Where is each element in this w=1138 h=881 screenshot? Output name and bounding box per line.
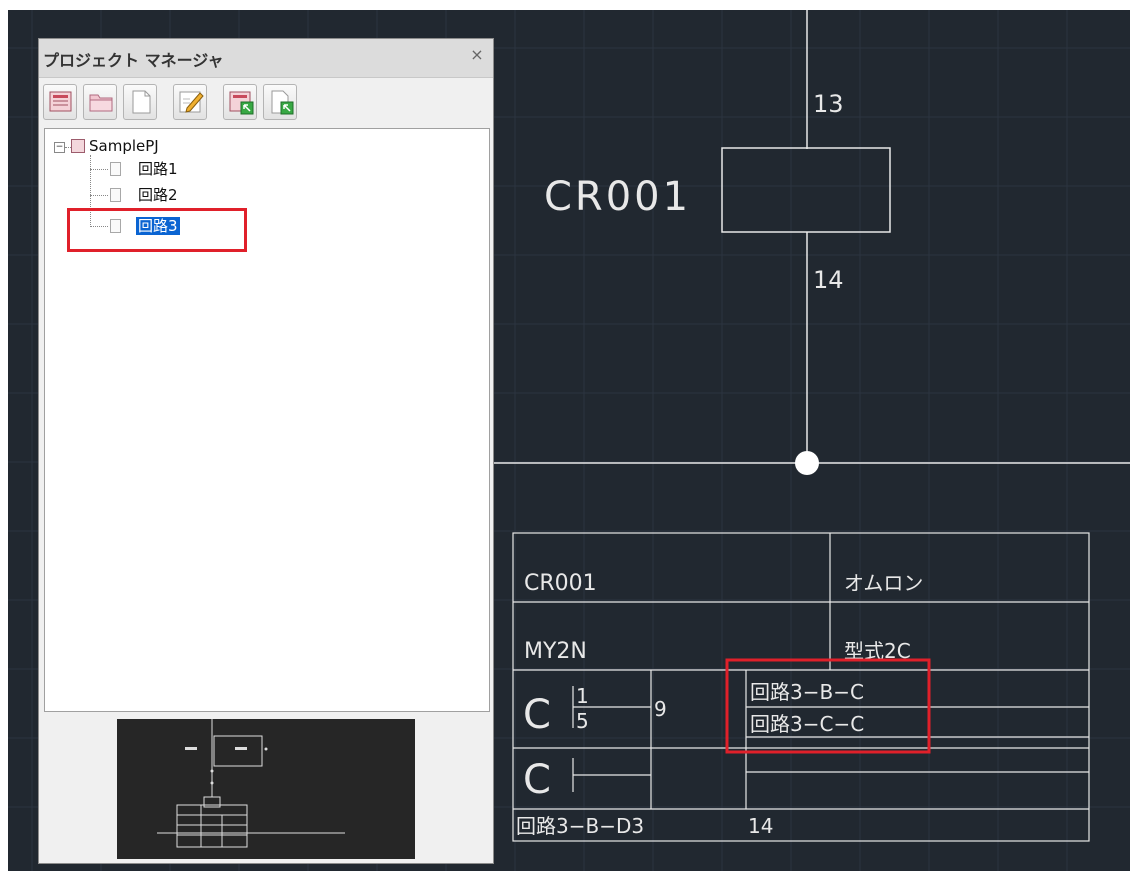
- page-icon: [110, 188, 121, 202]
- tree-connector: [90, 195, 108, 196]
- new-page-icon: [132, 90, 151, 114]
- page-icon: [110, 162, 121, 176]
- component-tag: CR001: [544, 174, 691, 220]
- new-page-button[interactable]: [123, 84, 157, 120]
- tree-item-project[interactable]: SamplePJ: [89, 136, 159, 156]
- edit-pencil-icon: [179, 91, 204, 113]
- tree-connector: [90, 169, 108, 170]
- cross-ref-1[interactable]: 回路3−B−C: [750, 680, 864, 704]
- panel-title: プロジェクト マネージャ: [43, 51, 224, 70]
- highlight-box-tree: [67, 208, 247, 252]
- project-icon: [71, 139, 85, 153]
- contact-letter-1: C: [523, 692, 551, 738]
- table-tag: CR001: [524, 571, 597, 596]
- import-page-button[interactable]: [263, 84, 297, 120]
- tree-item-page-2[interactable]: 回路2: [138, 185, 178, 205]
- junction-dot: [795, 451, 819, 475]
- panel-titlebar[interactable]: プロジェクト マネージャ ×: [39, 39, 493, 78]
- import-project-icon: [229, 91, 254, 115]
- import-page-icon: [271, 90, 294, 115]
- drawing-preview[interactable]: [117, 719, 415, 859]
- footer-number: 14: [748, 814, 773, 838]
- open-project-button[interactable]: [83, 84, 117, 120]
- table-maker: オムロン: [844, 571, 923, 595]
- import-project-button[interactable]: [223, 84, 257, 120]
- project-tree[interactable]: − SamplePJ 回路1 回路2 回路3: [44, 128, 490, 712]
- collapse-icon[interactable]: −: [54, 142, 65, 153]
- contact-no-top: 1: [576, 684, 589, 708]
- project-manager-panel: プロジェクト マネージャ × − SamplePJ 回路1 回路2 回路3: [38, 38, 494, 864]
- contact-letter-2: C: [523, 757, 551, 803]
- new-project-icon: [49, 91, 72, 112]
- tree-item-page-1[interactable]: 回路1: [138, 159, 178, 179]
- pin-label-bottom: 14: [813, 266, 844, 294]
- preview-thumbnail: [157, 719, 345, 848]
- cross-ref-2[interactable]: 回路3−C−C: [750, 712, 864, 736]
- panel-toolbar: [39, 77, 493, 127]
- table-model: MY2N: [524, 639, 587, 664]
- contact-pin-9: 9: [654, 697, 667, 721]
- pin-label-top: 13: [813, 90, 844, 118]
- relay-coil[interactable]: [721, 147, 891, 233]
- edit-button[interactable]: [173, 84, 207, 120]
- open-folder-icon: [89, 94, 113, 112]
- new-project-button[interactable]: [43, 84, 77, 120]
- close-icon[interactable]: ×: [467, 45, 487, 65]
- footer-ref: 回路3−B−Ⅾ3: [516, 814, 644, 838]
- contact-no-bottom: 5: [576, 709, 589, 733]
